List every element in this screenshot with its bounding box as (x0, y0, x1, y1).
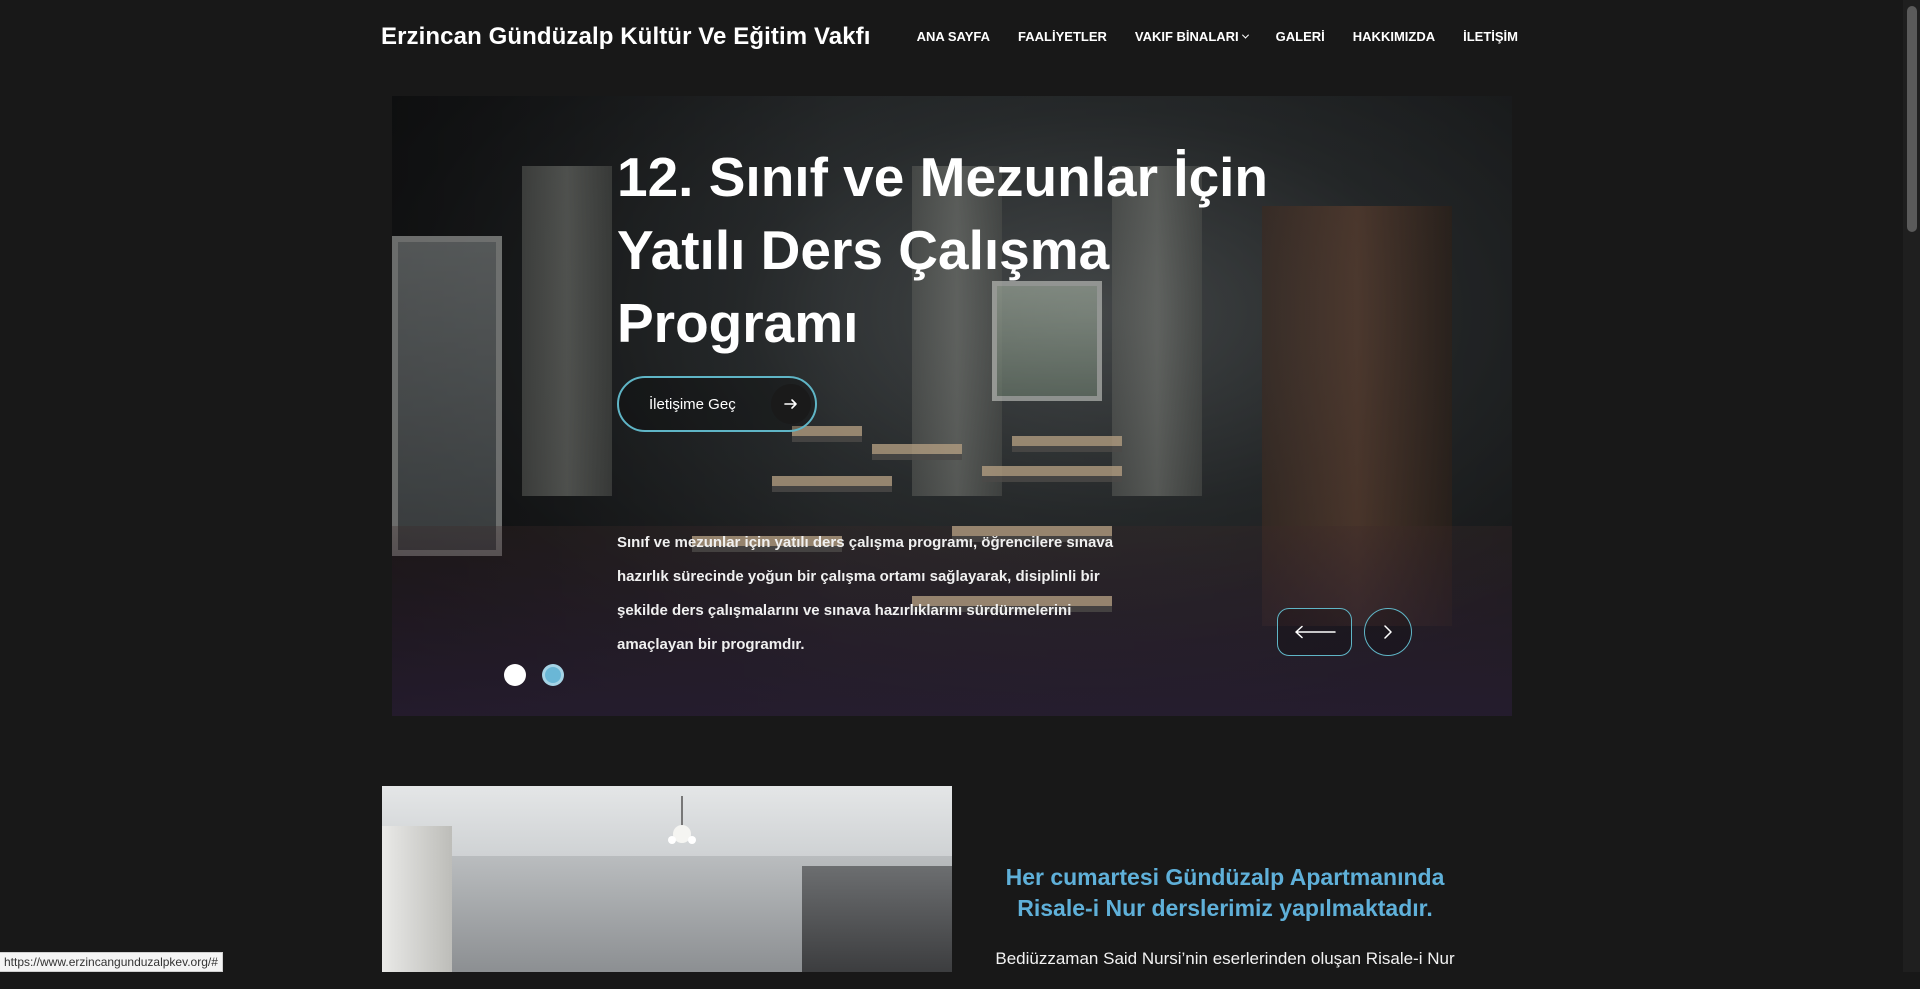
contact-button[interactable]: İletişime Geç (617, 376, 817, 432)
room-window (392, 236, 502, 556)
contact-button-label: İletişime Geç (649, 395, 736, 413)
slider-dot[interactable] (504, 664, 526, 686)
hero-title-line: 12. Sınıf ve Mezunlar İçin (617, 146, 1269, 208)
hero-description: Sınıf ve mezunlar için yatılı ders çalış… (617, 534, 1114, 653)
room-desk (982, 466, 1122, 482)
risale-body-text: Bediüzzaman Said Nursi’nin eserlerinden … (995, 949, 1455, 968)
hero-title: 12. Sınıf ve Mezunlar İçin Yatılı Ders Ç… (617, 141, 1337, 360)
slider-next-button[interactable] (1364, 608, 1412, 656)
nav-item-ana-sayfa[interactable]: ANA SAYFA (917, 29, 990, 44)
site-logo-title[interactable]: Erzincan Gündüzalp Kültür Ve Eğitim Vakf… (381, 23, 871, 51)
nav-item-hakkimizda[interactable]: HAKKIMIZDA (1353, 29, 1435, 44)
room-desk (1012, 436, 1122, 452)
scrollbar-thumb[interactable] (1907, 6, 1917, 232)
slider-prev-button[interactable] (1277, 608, 1352, 656)
risale-heading: Her cumartesi Gündüzalp Apartmanında Ris… (990, 862, 1460, 924)
risale-section: Her cumartesi Gündüzalp Apartmanında Ris… (990, 862, 1460, 989)
risale-heading-line: Risale-i Nur derslerimiz yapılmaktadır. (1017, 895, 1433, 921)
room-desk (772, 476, 892, 492)
room-desk (872, 444, 962, 460)
main-nav: ANA SAYFA FAALİYETLER VAKIF BİNALARI GAL… (889, 29, 1518, 44)
study-hall-photo (382, 786, 952, 972)
site-header: Erzincan Gündüzalp Kültür Ve Eğitim Vakf… (381, 0, 1518, 73)
hero-title-line: Yatılı Ders Çalışma (617, 219, 1110, 281)
hero-slider: 12. Sınıf ve Mezunlar İçin Yatılı Ders Ç… (392, 96, 1512, 716)
slider-pagination (504, 664, 564, 686)
nav-item-vakif-binalari[interactable]: VAKIF BİNALARI (1134, 29, 1249, 44)
hero-content: 12. Sınıf ve Mezunlar İçin Yatılı Ders Ç… (617, 141, 1337, 432)
photo-curtain (382, 826, 452, 972)
room-curtain (522, 166, 612, 496)
slider-dot-active[interactable] (542, 664, 564, 686)
arrow-right-icon (771, 384, 811, 424)
nav-item-label: VAKIF BİNALARI (1134, 29, 1239, 44)
nav-item-galeri[interactable]: GALERİ (1276, 29, 1325, 44)
risale-heading-line: Her cumartesi Gündüzalp Apartmanında (1005, 864, 1445, 890)
arrow-left-icon (1294, 625, 1336, 639)
chevron-down-icon (1241, 31, 1249, 39)
vertical-scrollbar[interactable] (1903, 0, 1920, 972)
chevron-right-icon (1384, 625, 1392, 639)
nav-item-faaliyetler[interactable]: FAALİYETLER (1018, 29, 1107, 44)
status-bar-url: https://www.erzincangunduzalpkev.org/# (0, 952, 223, 972)
nav-item-iletisim[interactable]: İLETİŞİM (1463, 29, 1518, 44)
photo-doorway (802, 866, 952, 972)
chandelier-icon (668, 796, 696, 844)
hero-title-line: Programı (617, 292, 859, 354)
